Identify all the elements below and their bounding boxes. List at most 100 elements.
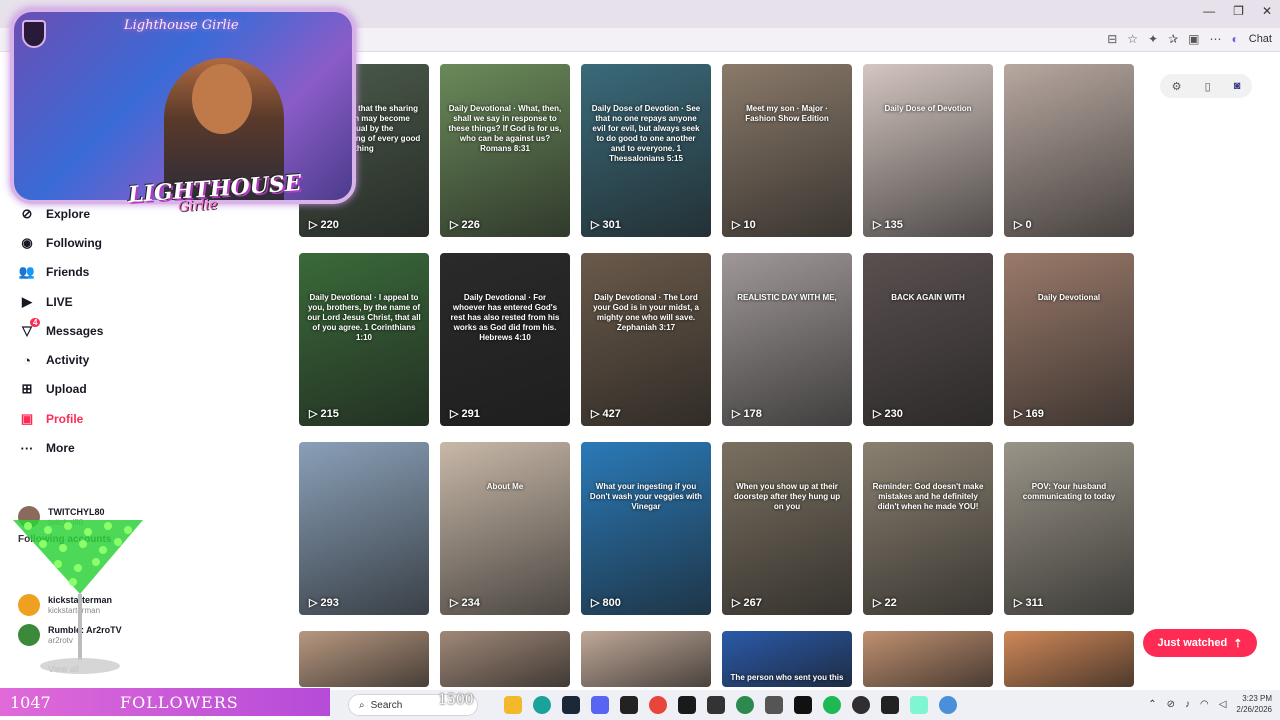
shield-logo-icon [22,20,46,48]
video-tile[interactable]: BACK AGAIN WITH ▷ 230 [863,253,993,426]
profile-avatar-icon[interactable]: ▣ [1188,32,1199,46]
view-count-number: 234 [461,597,480,609]
video-tile[interactable]: Daily Devotional · What, then, shall we … [440,64,570,237]
video-tile[interactable] [863,631,993,687]
live-icon: ▶ [22,294,32,309]
sidebar-item-activity[interactable]: ◔ Activity [18,349,89,371]
extension-icon[interactable]: ✦ [1148,32,1158,46]
view-count-number: 267 [743,597,762,609]
sidebar-item-upload[interactable]: ⊞ Upload [18,378,87,400]
window-controls: — ❐ ✕ [1203,4,1272,18]
play-icon: ▷ [732,219,744,231]
volume-icon[interactable]: ◁ [1219,699,1227,710]
sidebar-item-label: Friends [46,265,90,279]
sidebar-item-profile[interactable]: ▣ Profile [18,408,84,430]
gear-icon[interactable]: ⚙ [1172,80,1182,93]
chat-label[interactable]: Chat [1249,33,1272,45]
video-tile[interactable]: Daily Devotional ▷ 169 [1004,253,1134,426]
video-tile[interactable]: The person who sent you this [722,631,852,687]
chrome-icon[interactable] [649,696,667,714]
sidebar-item-more[interactable]: ··· More [18,437,75,459]
media-player-icon[interactable] [707,696,725,714]
avatar[interactable]: ◙ [1234,80,1241,92]
windows-taskbar: ⌕ Search 1500 ⌃ ⊘ ♪ ◠ ◁ 3:23 PM 2/26/202… [330,690,1280,720]
file-explorer-icon[interactable] [504,696,522,714]
star-icon[interactable]: ☆ [1127,32,1138,46]
video-tile[interactable]: ▷ 0 [1004,64,1134,237]
view-count: ▷ 291 [450,407,480,420]
followers-counter-bar: 1047 FOLLOWERS [0,688,330,716]
sidebar-item-live[interactable]: ▶ LIVE [18,291,73,313]
play-icon: ▷ [450,219,462,231]
view-count: ▷ 267 [732,596,762,609]
just-watched-button[interactable]: Just watched ⇡ [1143,629,1257,657]
view-count: ▷ 135 [873,218,903,231]
menu-icon[interactable]: ⋯ [1210,32,1222,46]
sidebar-item-friends[interactable]: 👥 Friends [18,261,89,283]
video-tile[interactable]: Daily Devotional · For whoever has enter… [440,253,570,426]
sidebar-item-explore[interactable]: ⊘ Explore [18,203,90,225]
view-count: ▷ 230 [873,407,903,420]
view-count-number: 0 [1025,219,1032,231]
video-tile[interactable]: Reminder: God doesn't make mistakes and … [863,442,993,615]
play-icon: ▷ [309,219,321,231]
video-tile[interactable]: When you show up at their doorstep after… [722,442,852,615]
restore-button[interactable]: ❐ [1233,4,1244,18]
wifi-icon[interactable]: ◠ [1200,699,1209,710]
messages-icon: ▽ 4 [18,318,41,340]
network-icon[interactable]: ⊘ [1167,699,1175,710]
view-count: ▷ 234 [450,596,480,609]
video-tile[interactable] [1004,631,1134,687]
video-tile[interactable]: POV: Your husband communicating to today… [1004,442,1134,615]
video-caption: What your ingesting if you Don't wash yo… [589,482,703,511]
copilot-icon[interactable]: ◐ [1232,32,1239,46]
video-tile[interactable]: ▷ 293 [299,442,429,615]
view-count: ▷ 293 [309,596,339,609]
more-icon: ··· [20,440,34,456]
capcut-icon[interactable] [794,696,812,714]
minimize-button[interactable]: — [1203,4,1215,18]
chrome-icon-alt[interactable] [939,696,957,714]
video-caption: Daily Devotional · For whoever has enter… [450,293,560,342]
sidebar-item-following[interactable]: ◉ Following [18,232,102,254]
spotify-icon[interactable] [823,696,841,714]
video-tile[interactable]: What your ingesting if you Don't wash yo… [581,442,711,615]
sidebar-item-label: Activity [46,353,90,367]
view-count-number: 800 [602,597,621,609]
video-tile[interactable] [299,631,429,687]
calculator-icon[interactable] [765,696,783,714]
video-tile[interactable]: About Me ▷ 234 [440,442,570,615]
video-tile[interactable]: Meet my son · Major · Fashion Show Editi… [722,64,852,237]
close-button[interactable]: ✕ [1262,4,1272,18]
video-caption: Reminder: God doesn't make mistakes and … [872,482,984,511]
sidebar-item-messages[interactable]: ▽ 4 Messages [18,318,103,342]
microphone-icon[interactable]: ♪ [1185,699,1190,710]
clock[interactable]: 3:23 PM 2/26/2026 [1236,693,1272,715]
video-tile[interactable]: Daily Devotional · I appeal to you, brot… [299,253,429,426]
phone-icon[interactable]: ▯ [1205,80,1211,93]
favorites-icon[interactable]: ✰ [1168,32,1178,46]
edge-icon[interactable] [533,696,551,714]
video-tile[interactable]: Daily Devotional · The Lord your God is … [581,253,711,426]
just-watched-label: Just watched [1157,637,1228,649]
play-icon: ▷ [1014,408,1026,420]
discord-icon[interactable] [591,696,609,714]
chevron-up-icon[interactable]: ⌃ [1148,699,1156,710]
brand-logo-subtext: Girlie [177,196,219,216]
streamlabs-icon[interactable] [910,696,928,714]
steam-icon[interactable] [562,696,580,714]
app-icon[interactable]: ⊟ [1107,32,1117,46]
epic-games-icon[interactable] [620,696,638,714]
video-tile[interactable] [440,631,570,687]
video-tile[interactable]: Daily Dose of Devotion ▷ 135 [863,64,993,237]
followers-count: 1047 [10,692,51,712]
video-tile[interactable]: REALISTIC DAY WITH ME, ▷ 178 [722,253,852,426]
obs-icon[interactable] [852,696,870,714]
adobe-icon[interactable] [678,696,696,714]
chevron-up-icon: ⇡ [1233,637,1243,650]
play-icon: ▷ [309,408,321,420]
earth-icon[interactable] [736,696,754,714]
video-tile[interactable]: Daily Dose of Devotion · See that no one… [581,64,711,237]
video-tile[interactable] [581,631,711,687]
app-icon-dark[interactable] [881,696,899,714]
